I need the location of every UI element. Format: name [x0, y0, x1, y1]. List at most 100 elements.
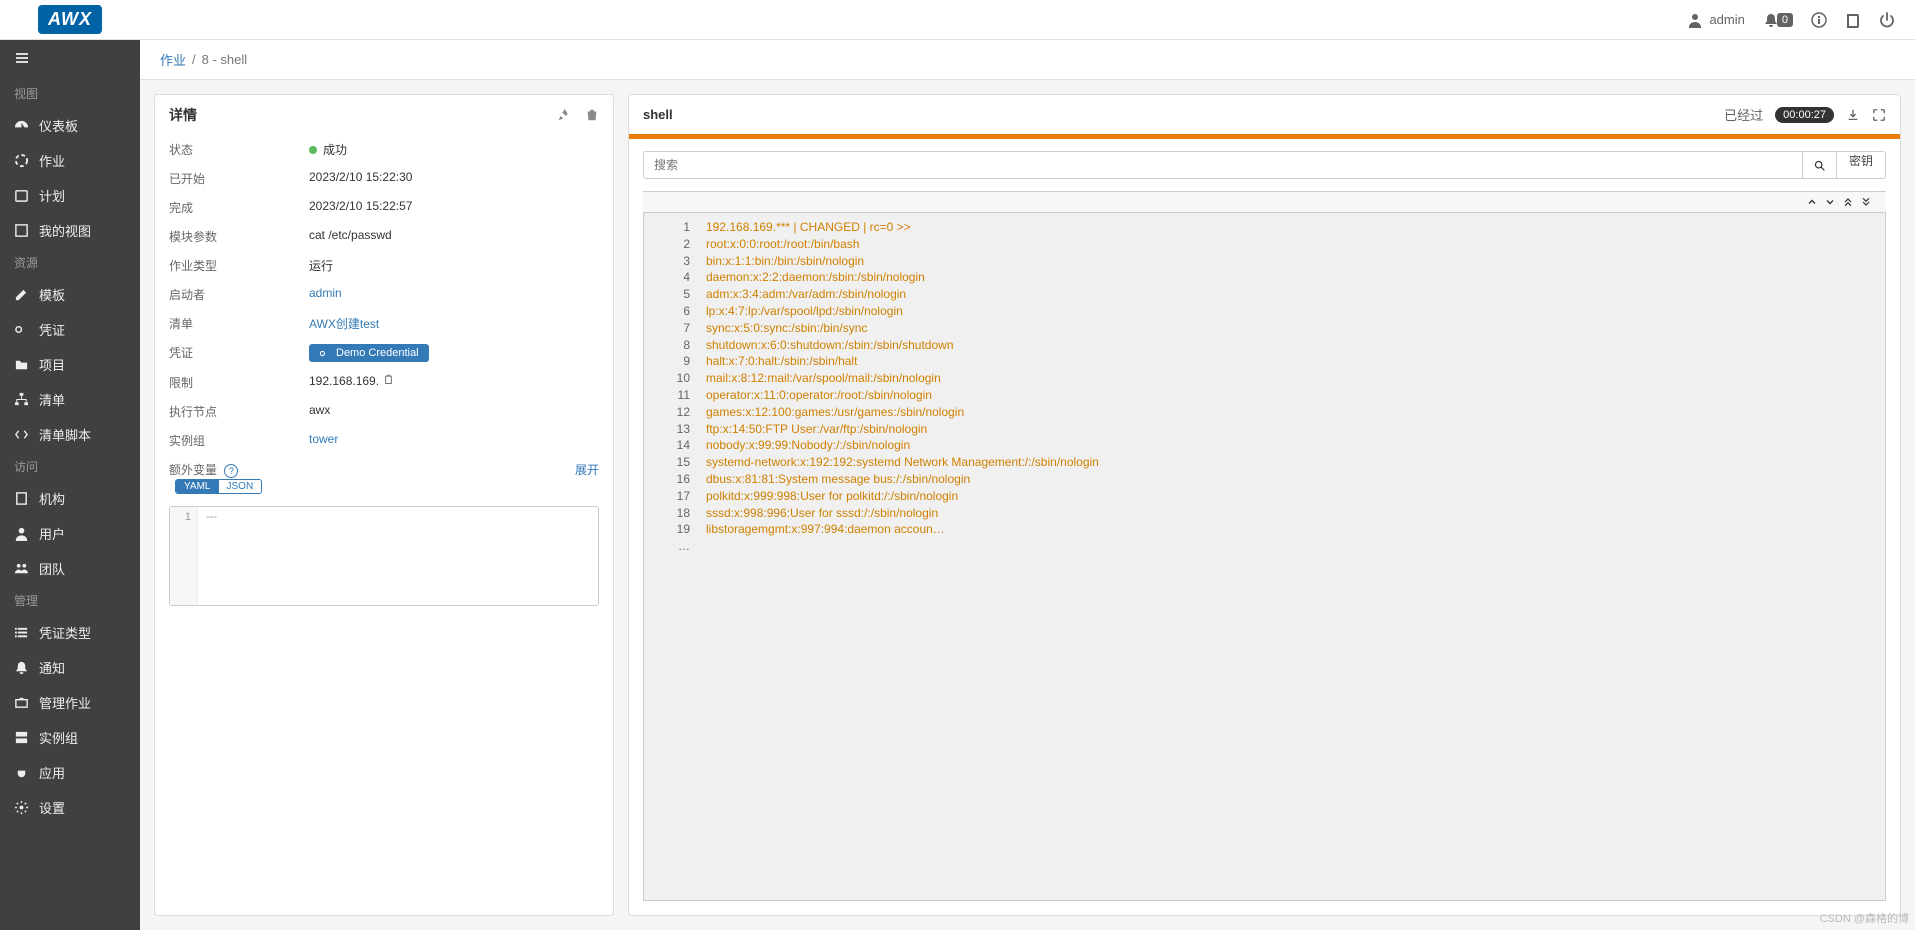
- menu-toggle[interactable]: [0, 40, 140, 79]
- sidebar-item-notifications[interactable]: 通知: [0, 650, 140, 685]
- expand-link[interactable]: 展开: [575, 461, 599, 478]
- sidebar-item-apps[interactable]: 应用: [0, 755, 140, 790]
- calendar-icon: [14, 188, 29, 203]
- module-value: cat /etc/passwd: [309, 228, 599, 245]
- plug-icon: [14, 765, 29, 780]
- sidebar-section: 视图: [0, 79, 140, 108]
- top-icon[interactable]: [1842, 196, 1854, 208]
- topbar: AWX admin 0: [0, 0, 1915, 40]
- sidebar-item-cred-types[interactable]: 凭证类型: [0, 615, 140, 650]
- current-user[interactable]: admin: [1687, 12, 1744, 28]
- next-icon[interactable]: [1824, 196, 1836, 208]
- clipboard-icon[interactable]: [383, 374, 394, 385]
- help-icon[interactable]: ?: [224, 464, 238, 478]
- sidebar-item-label: 应用: [39, 763, 65, 782]
- sidebar-item-users[interactable]: 用户: [0, 516, 140, 551]
- details-panel: 详情 状态成功 已开始2023/2/10 15:22:30 完成2023/2/1…: [154, 94, 614, 916]
- about-icon[interactable]: [1811, 12, 1827, 28]
- sidebar-item-label: 机构: [39, 489, 65, 508]
- yaml-tab[interactable]: YAML: [176, 480, 219, 493]
- search-icon: [1813, 159, 1826, 172]
- sidebar-item-credentials[interactable]: 凭证: [0, 312, 140, 347]
- sidebar-section: 资源: [0, 248, 140, 277]
- output-line: systemd-network:x:192:192:systemd Networ…: [706, 454, 1877, 471]
- sidebar-item-projects[interactable]: 项目: [0, 347, 140, 382]
- output-line: adm:x:3:4:adm:/var/adm:/sbin/nologin: [706, 286, 1877, 303]
- launchedby-link[interactable]: admin: [309, 286, 342, 300]
- sidebar-item-label: 实例组: [39, 728, 78, 747]
- users-icon: [14, 561, 29, 576]
- key-button[interactable]: 密钥: [1837, 151, 1886, 179]
- sidebar-item-orgs[interactable]: 机构: [0, 481, 140, 516]
- sidebar-item-templates[interactable]: 模板: [0, 277, 140, 312]
- output-title: shell: [643, 107, 673, 122]
- jobtype-value: 运行: [309, 257, 599, 274]
- download-icon[interactable]: [1846, 108, 1860, 122]
- user-icon: [1687, 12, 1703, 28]
- output-line: ftp:x:14:50:FTP User:/var/ftp:/sbin/nolo…: [706, 421, 1877, 438]
- output-line: mail:x:8:12:mail:/var/spool/mail:/sbin/n…: [706, 370, 1877, 387]
- sidebar-item-mgmt-jobs[interactable]: 管理作业: [0, 685, 140, 720]
- sidebar-item-myview[interactable]: 我的视图: [0, 213, 140, 248]
- sidebar-item-teams[interactable]: 团队: [0, 551, 140, 586]
- sidebar-item-inv-scripts[interactable]: 清单脚本: [0, 417, 140, 452]
- notifications-button[interactable]: 0: [1763, 12, 1793, 28]
- sidebar-item-instance-groups[interactable]: 实例组: [0, 720, 140, 755]
- credential-pill[interactable]: Demo Credential: [309, 344, 429, 362]
- output-area[interactable]: 12345678910111213141516171819… 192.168.1…: [643, 213, 1886, 901]
- started-value: 2023/2/10 15:22:30: [309, 170, 599, 187]
- sidebar-item-settings[interactable]: 设置: [0, 790, 140, 825]
- breadcrumb-root[interactable]: 作业: [160, 50, 186, 69]
- sidebar-item-label: 模板: [39, 285, 65, 304]
- sidebar-item-label: 清单脚本: [39, 425, 91, 444]
- search-input[interactable]: [643, 151, 1803, 179]
- sidebar-item-label: 通知: [39, 658, 65, 677]
- output-line: halt:x:7:0:halt:/sbin:/sbin/halt: [706, 353, 1877, 370]
- sidebar-item-schedules[interactable]: 计划: [0, 178, 140, 213]
- sidebar-item-label: 团队: [39, 559, 65, 578]
- brand-logo[interactable]: AWX: [0, 0, 140, 40]
- sidebar-item-jobs[interactable]: 作业: [0, 143, 140, 178]
- output-line: bin:x:1:1:bin:/bin:/sbin/nologin: [706, 253, 1877, 270]
- gauge-icon: [14, 118, 29, 133]
- sidebar-item-dashboard[interactable]: 仪表板: [0, 108, 140, 143]
- docs-icon[interactable]: [1845, 12, 1861, 28]
- logout-icon[interactable]: [1879, 12, 1895, 28]
- sidebar-item-label: 管理作业: [39, 693, 91, 712]
- prev-icon[interactable]: [1806, 196, 1818, 208]
- output-line: games:x:12:100:games:/usr/games:/sbin/no…: [706, 404, 1877, 421]
- output-line: daemon:x:2:2:daemon:/sbin:/sbin/nologin: [706, 269, 1877, 286]
- bottom-icon[interactable]: [1860, 196, 1872, 208]
- output-line: dbus:x:81:81:System message bus:/:/sbin/…: [706, 471, 1877, 488]
- list-icon: [14, 625, 29, 640]
- building-icon: [14, 491, 29, 506]
- search-button[interactable]: [1803, 151, 1837, 179]
- output-line: 192.168.169.*** | CHANGED | rc=0 >>: [706, 219, 1877, 236]
- inventory-link[interactable]: AWX创建test: [309, 317, 379, 331]
- sidebar-item-inventories[interactable]: 清单: [0, 382, 140, 417]
- finished-value: 2023/2/10 15:22:57: [309, 199, 599, 216]
- output-line: sssd:x:998:996:User for sssd:/:/sbin/nol…: [706, 505, 1877, 522]
- instgroup-link[interactable]: tower: [309, 432, 338, 446]
- sidebar-item-label: 作业: [39, 151, 65, 170]
- delete-icon[interactable]: [585, 108, 599, 122]
- extravars-editor[interactable]: 1 ---: [169, 506, 599, 606]
- expand-icon[interactable]: [1872, 108, 1886, 122]
- json-tab[interactable]: JSON: [219, 480, 262, 493]
- key-icon: [319, 348, 330, 359]
- output-line: polkitd:x:999:998:User for polkitd:/:/sb…: [706, 488, 1877, 505]
- layout-icon: [14, 223, 29, 238]
- output-line: nobody:x:99:99:Nobody:/:/sbin/nologin: [706, 437, 1877, 454]
- sidebar-item-label: 仪表板: [39, 116, 78, 135]
- output-line: shutdown:x:6:0:shutdown:/sbin:/sbin/shut…: [706, 337, 1877, 354]
- output-panel: shell 已经过 00:00:27 密钥: [628, 94, 1901, 916]
- output-line: libstoragemgmt:x:997:994:daemon accoun…: [706, 521, 1877, 538]
- bars-icon: [14, 50, 30, 66]
- user-icon: [14, 526, 29, 541]
- status-value: 成功: [323, 143, 347, 157]
- output-line: operator:x:11:0:operator:/root:/sbin/nol…: [706, 387, 1877, 404]
- yaml-json-toggle[interactable]: YAML JSON: [175, 479, 262, 494]
- details-title: 详情: [169, 105, 197, 125]
- relaunch-icon[interactable]: [557, 108, 571, 122]
- execnode-value: awx: [309, 403, 599, 420]
